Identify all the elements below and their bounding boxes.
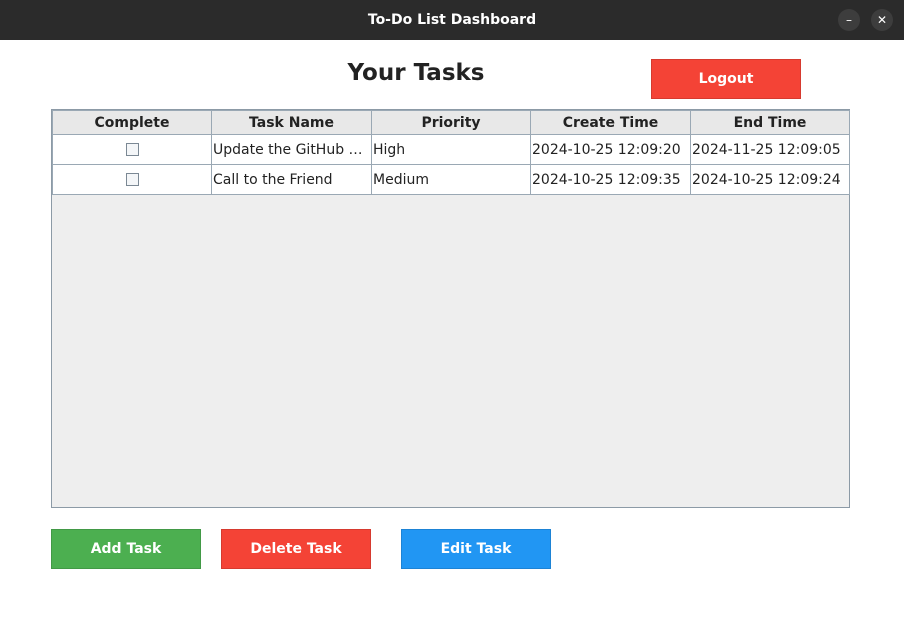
- column-header-priority[interactable]: Priority: [371, 110, 531, 135]
- end-time-cell[interactable]: 2024-11-25 12:09:05: [690, 134, 850, 165]
- window-titlebar: To-Do List Dashboard – ✕: [0, 0, 904, 40]
- delete-task-button[interactable]: Delete Task: [221, 529, 371, 569]
- table-row[interactable]: Call to the Friend Medium 2024-10-25 12:…: [52, 164, 850, 195]
- task-table-container: Complete Task Name Priority Create Time …: [51, 109, 850, 508]
- task-table: Complete Task Name Priority Create Time …: [52, 110, 850, 195]
- task-name-cell[interactable]: Call to the Friend: [211, 164, 372, 195]
- priority-cell[interactable]: High: [371, 134, 531, 165]
- edit-task-button[interactable]: Edit Task: [401, 529, 551, 569]
- complete-checkbox[interactable]: [125, 143, 139, 156]
- table-row[interactable]: Update the GitHub Pr... High 2024-10-25 …: [52, 134, 850, 165]
- create-time-cell[interactable]: 2024-10-25 12:09:35: [530, 164, 691, 195]
- close-button[interactable]: ✕: [871, 9, 893, 31]
- create-time-cell[interactable]: 2024-10-25 12:09:20: [530, 134, 691, 165]
- task-name-cell[interactable]: Update the GitHub Pr...: [211, 134, 372, 165]
- window-title: To-Do List Dashboard: [367, 12, 537, 28]
- logout-button[interactable]: Logout: [651, 59, 801, 99]
- complete-checkbox[interactable]: [125, 173, 139, 186]
- add-task-button[interactable]: Add Task: [51, 529, 201, 569]
- complete-cell[interactable]: [52, 134, 212, 165]
- column-header-end-time[interactable]: End Time: [690, 110, 850, 135]
- minimize-button[interactable]: –: [838, 9, 860, 31]
- end-time-cell[interactable]: 2024-10-25 12:09:24: [690, 164, 850, 195]
- priority-cell[interactable]: Medium: [371, 164, 531, 195]
- column-header-task-name[interactable]: Task Name: [211, 110, 372, 135]
- table-header-row: Complete Task Name Priority Create Time …: [52, 110, 850, 135]
- page-title: Your Tasks: [347, 60, 485, 86]
- column-header-create-time[interactable]: Create Time: [530, 110, 691, 135]
- column-header-complete[interactable]: Complete: [52, 110, 212, 135]
- complete-cell[interactable]: [52, 164, 212, 195]
